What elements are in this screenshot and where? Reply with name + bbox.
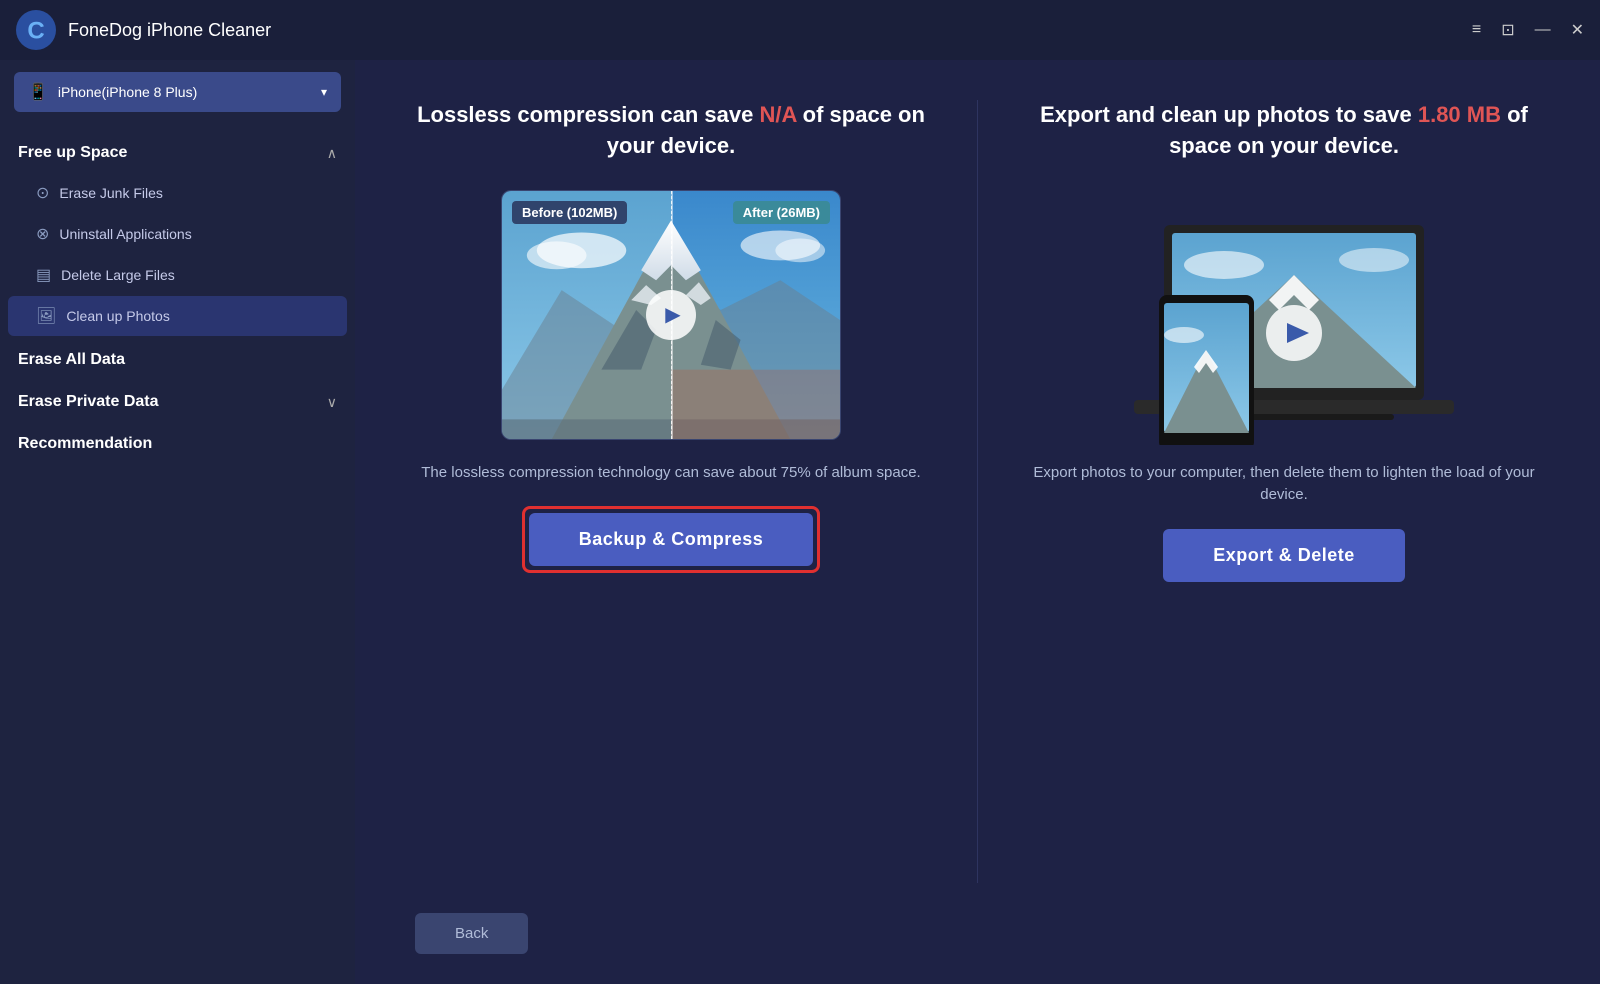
titlebar: C FoneDog iPhone Cleaner ≡ ⊡ — ✕	[0, 0, 1600, 60]
sidebar-section-erase-all[interactable]: Erase All Data	[0, 337, 355, 379]
chat-button[interactable]: ⊡	[1501, 20, 1514, 40]
sidebar: 📱 iPhone(iPhone 8 Plus) ▾ Free up Space …	[0, 60, 355, 984]
sidebar-section-erase-private: Erase Private Data ∨	[0, 379, 355, 421]
left-heading-highlight: N/A	[759, 102, 796, 127]
left-panel: Lossless compression can save N/A of spa…	[415, 100, 927, 883]
uninstall-icon: ⊗	[36, 224, 49, 244]
device-icon: 📱	[28, 82, 48, 102]
erase-all-title: Erase All Data	[18, 351, 125, 368]
minimize-button[interactable]: —	[1535, 21, 1551, 39]
sidebar-item-cleanup-photos[interactable]: 🖼 Clean up Photos	[8, 296, 347, 336]
sidebar-item-erase-junk[interactable]: ⊙ Erase Junk Files	[8, 173, 347, 213]
content-panels: Lossless compression can save N/A of spa…	[415, 100, 1540, 883]
file-icon: ▤	[36, 265, 51, 285]
content-footer: Back	[415, 883, 1540, 954]
chevron-down-icon: ▾	[321, 85, 327, 99]
sidebar-item-label: Clean up Photos	[66, 308, 170, 324]
device-label: iPhone(iPhone 8 Plus)	[58, 84, 311, 100]
window-controls: ≡ ⊡ — ✕	[1472, 20, 1584, 40]
free-up-space-title: Free up Space	[18, 144, 127, 162]
device-selector[interactable]: 📱 iPhone(iPhone 8 Plus) ▾	[14, 72, 341, 112]
right-panel-description: Export photos to your computer, then del…	[1028, 462, 1540, 507]
sidebar-section-recommendation[interactable]: Recommendation	[0, 421, 355, 463]
device-image	[1104, 190, 1464, 440]
play-icon: ▶	[665, 302, 680, 327]
sidebar-item-label: Uninstall Applications	[59, 226, 191, 242]
app-title: FoneDog iPhone Cleaner	[68, 20, 1472, 41]
chevron-down-icon: ∨	[327, 394, 337, 411]
backup-compress-border: Backup & Compress	[522, 506, 821, 573]
before-after-image: Before (102MB) After (26MB) ▶	[501, 190, 841, 440]
right-heading-highlight: 1.80 MB	[1418, 102, 1501, 127]
export-delete-button[interactable]: Export & Delete	[1163, 529, 1405, 582]
chevron-up-icon: ∧	[327, 145, 337, 162]
sidebar-item-delete-large[interactable]: ▤ Delete Large Files	[8, 255, 347, 295]
left-heading-part1: Lossless compression can save	[417, 102, 759, 127]
play-button[interactable]: ▶	[646, 290, 696, 340]
left-panel-heading: Lossless compression can save N/A of spa…	[415, 100, 927, 162]
app-logo: C	[16, 10, 56, 50]
menu-button[interactable]: ≡	[1472, 21, 1481, 39]
backup-compress-button[interactable]: Backup & Compress	[529, 513, 814, 566]
sidebar-item-label: Erase Junk Files	[59, 185, 162, 201]
sidebar-section-free-up-space: Free up Space ∧ ⊙ Erase Junk Files ⊗ Uni…	[0, 130, 355, 337]
close-button[interactable]: ✕	[1571, 20, 1584, 40]
erase-private-title: Erase Private Data	[18, 393, 159, 411]
recommendation-title: Recommendation	[18, 435, 152, 452]
clock-icon: ⊙	[36, 183, 49, 203]
photo-icon: 🖼	[36, 306, 56, 326]
erase-private-header[interactable]: Erase Private Data ∨	[0, 379, 355, 421]
panel-divider	[977, 100, 978, 883]
main-layout: 📱 iPhone(iPhone 8 Plus) ▾ Free up Space …	[0, 60, 1600, 984]
right-panel: Export and clean up photos to save 1.80 …	[1028, 100, 1540, 883]
sidebar-item-label: Delete Large Files	[61, 267, 175, 283]
devices-illustration	[1104, 185, 1464, 445]
left-panel-description: The lossless compression technology can …	[421, 462, 920, 485]
sidebar-item-uninstall-apps[interactable]: ⊗ Uninstall Applications	[8, 214, 347, 254]
right-heading-part1: Export and clean up photos to save	[1040, 102, 1418, 127]
before-label: Before (102MB)	[512, 201, 627, 224]
svg-text:C: C	[27, 17, 44, 44]
back-button[interactable]: Back	[415, 913, 528, 954]
right-panel-heading: Export and clean up photos to save 1.80 …	[1028, 100, 1540, 162]
content-area: Lossless compression can save N/A of spa…	[355, 60, 1600, 984]
free-up-space-header[interactable]: Free up Space ∧	[0, 130, 355, 172]
after-label: After (26MB)	[733, 201, 830, 224]
